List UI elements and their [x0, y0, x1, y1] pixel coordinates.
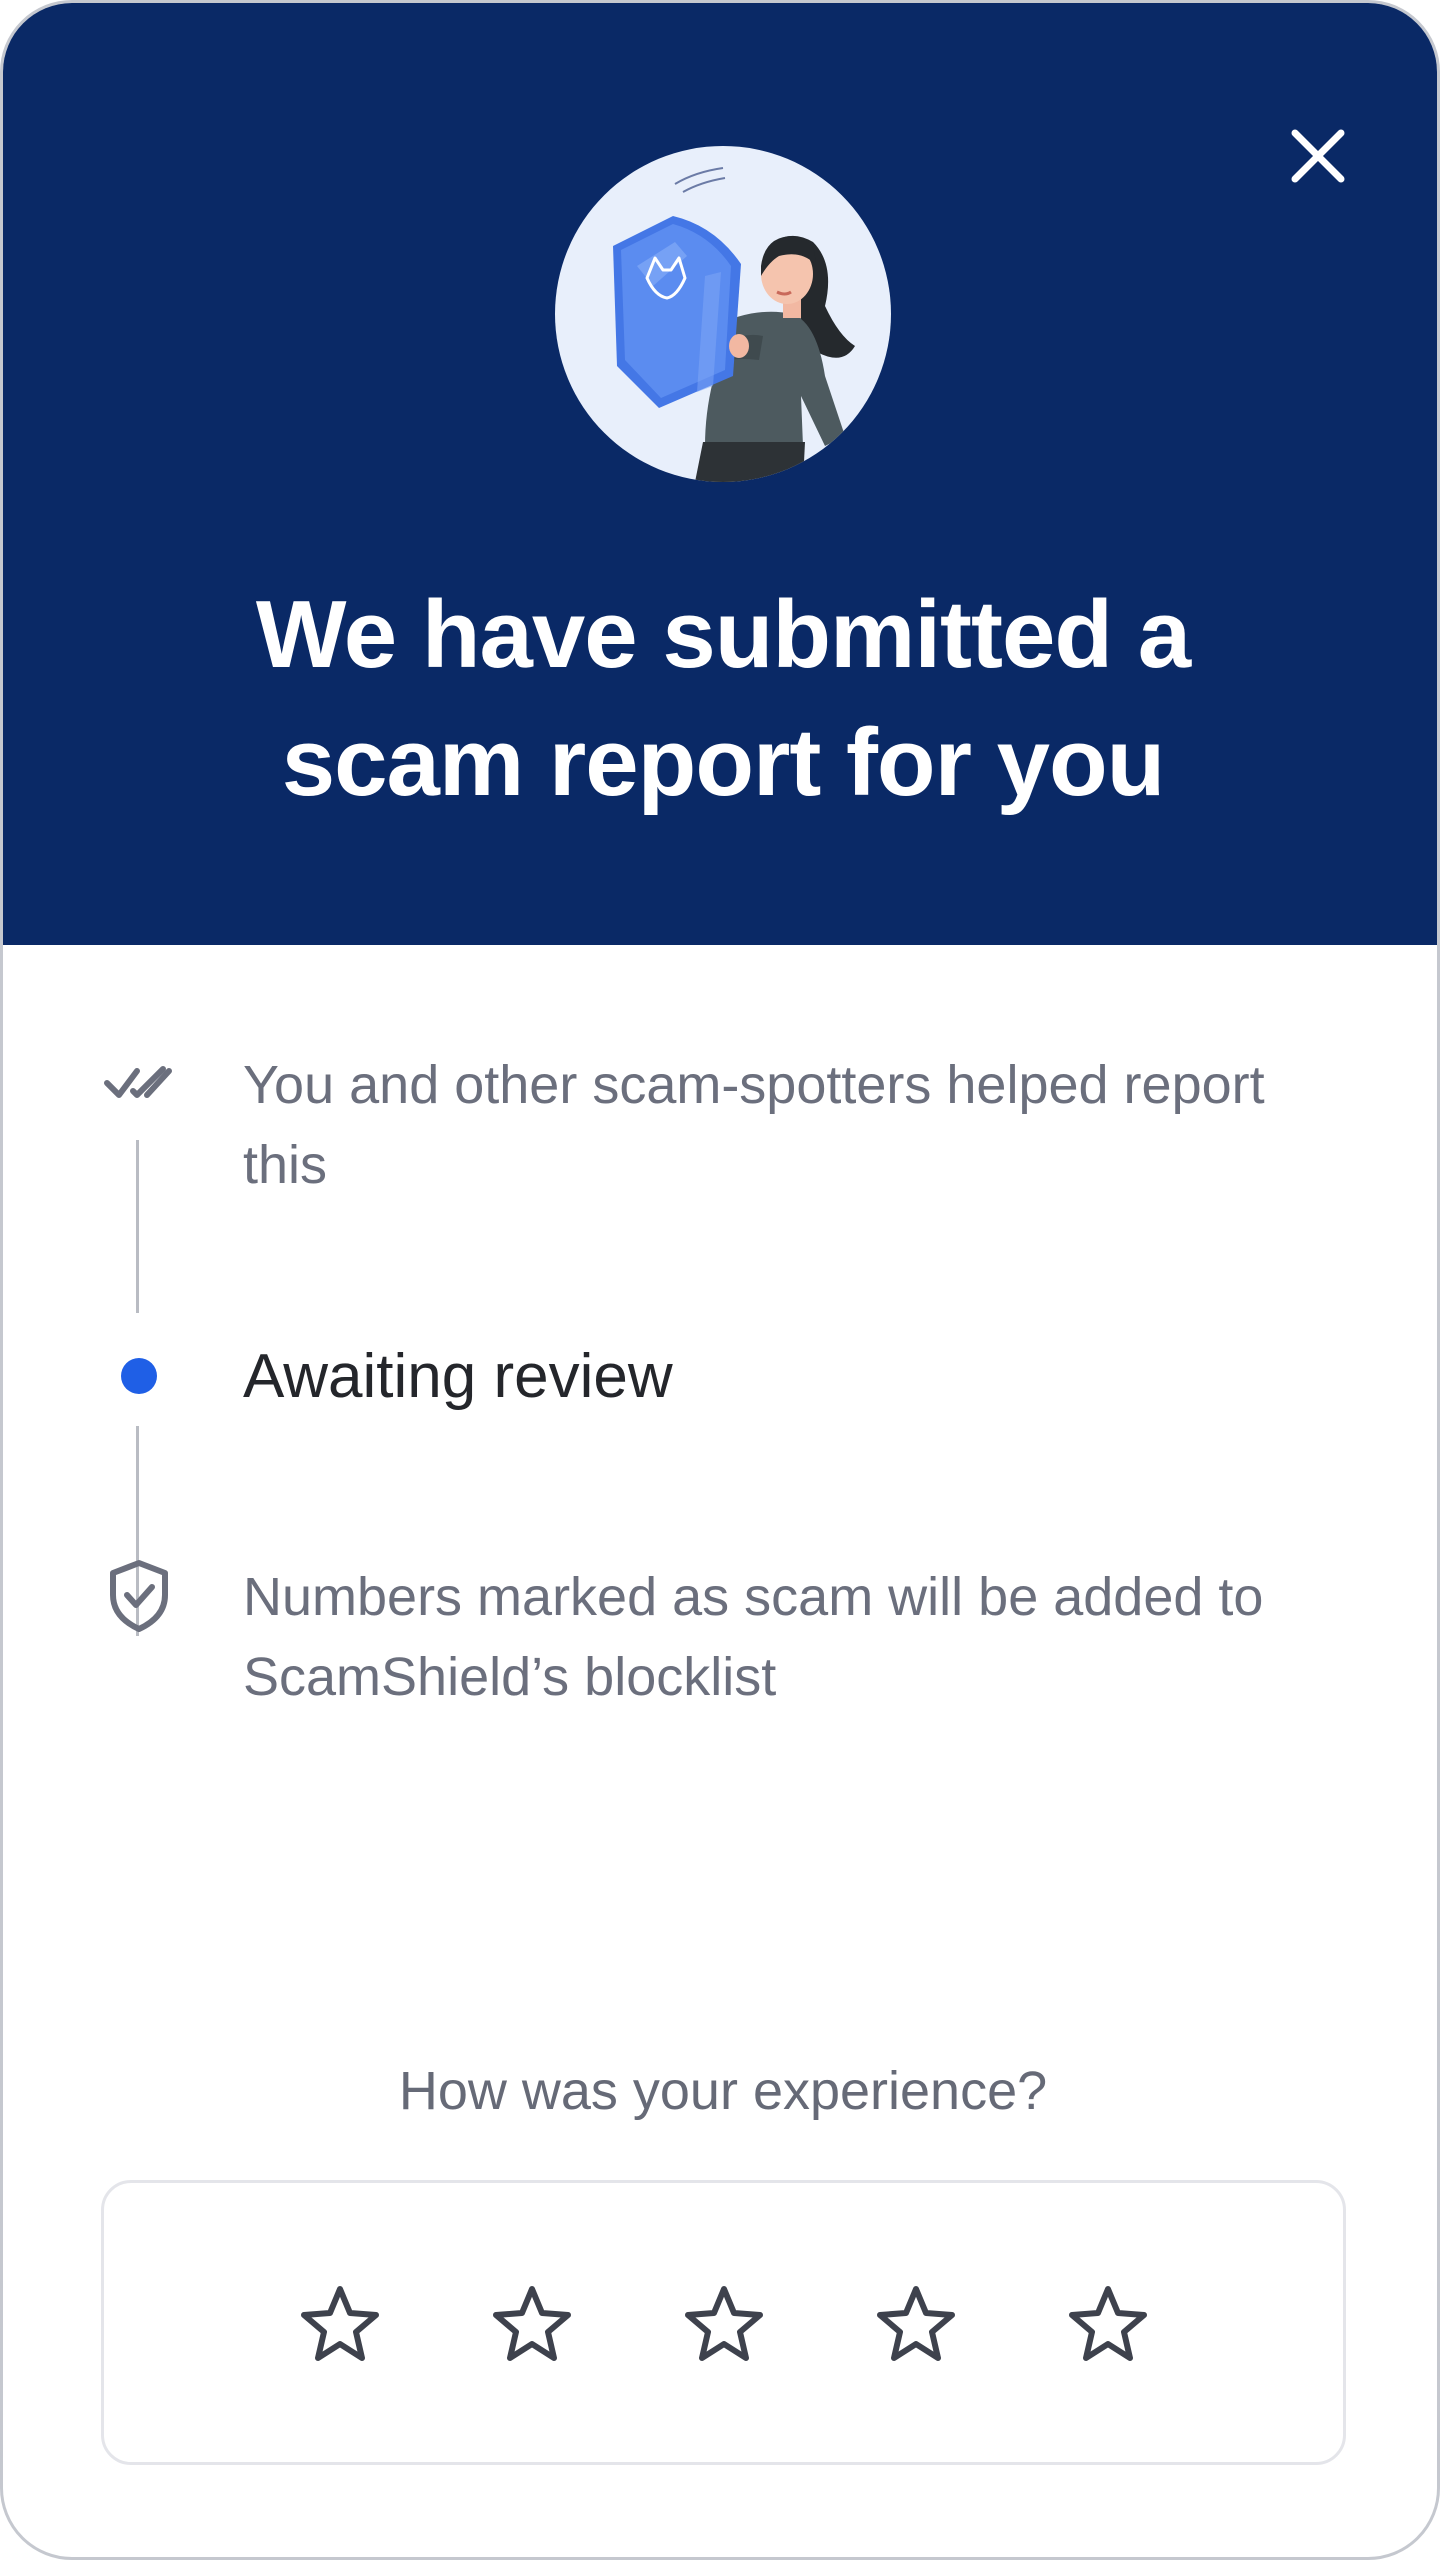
step-blocklist-text: Numbers marked as scam will be added to …	[243, 1567, 1264, 1707]
active-dot-icon	[121, 1358, 157, 1394]
timeline-connector	[136, 1140, 139, 1313]
star-4-button[interactable]	[872, 2281, 960, 2369]
star-1-button[interactable]	[296, 2281, 384, 2369]
star-2-button[interactable]	[488, 2281, 576, 2369]
star-outline-icon	[493, 2286, 571, 2361]
step-reported-text: You and other scam-spotters helped repor…	[243, 1055, 1265, 1195]
page-title: We have submitted a scam report for you	[255, 581, 1191, 816]
star-rating	[101, 2180, 1346, 2465]
star-3-button[interactable]	[680, 2281, 768, 2369]
close-button[interactable]	[1283, 121, 1353, 191]
report-submitted-card: We have submitted a scam report for you …	[0, 0, 1440, 2560]
star-outline-icon	[877, 2286, 955, 2361]
experience-question: How was your experience?	[398, 2061, 1048, 2121]
step-awaiting-review-text: Awaiting review	[243, 1342, 673, 1411]
double-check-icon	[103, 1061, 175, 1105]
shield-check-icon	[107, 1559, 171, 1633]
woman-holding-shield-illustration	[613, 167, 855, 482]
star-outline-icon	[301, 2286, 379, 2361]
header-banner: We have submitted a scam report for you	[3, 3, 1437, 945]
close-icon	[1291, 129, 1345, 183]
star-5-button[interactable]	[1064, 2281, 1152, 2369]
star-outline-icon	[1069, 2286, 1147, 2361]
star-outline-icon	[685, 2286, 763, 2361]
shield-illustration	[555, 146, 891, 482]
